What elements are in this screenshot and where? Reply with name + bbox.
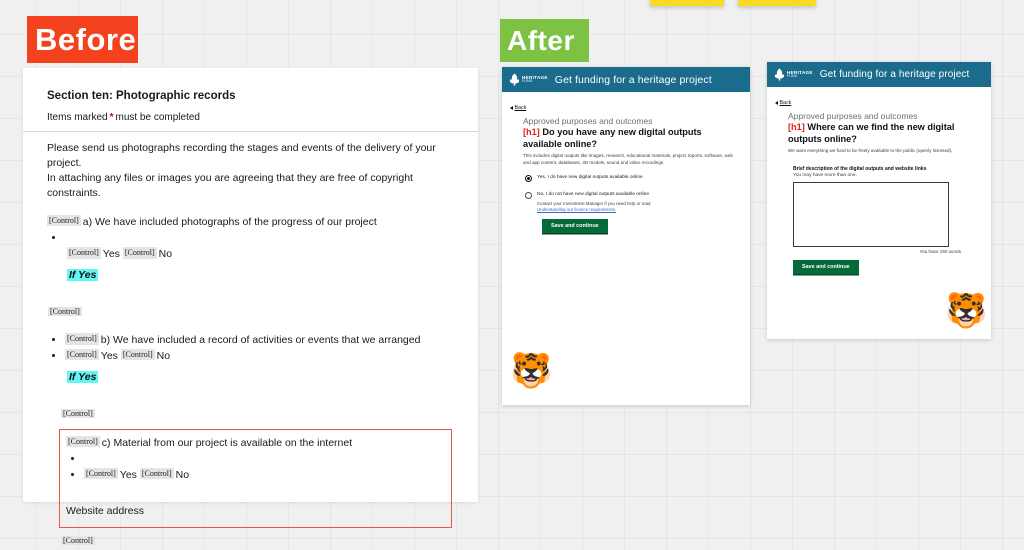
control-token: [Control] [65,348,99,361]
radio-option-no[interactable]: No, I do not have new digital outputs av… [525,191,736,199]
control-token: [Control] [65,333,99,345]
screen-1-title: Get funding for a heritage project [554,73,712,86]
control-token: [Control] [66,435,100,447]
sticky-note-right [738,0,816,6]
heritage-bird-icon [774,68,785,81]
back-link[interactable]: Back [510,105,526,111]
required-note-prefix: Items marked [47,112,108,123]
intro-line-1: Please send us photographs recording the… [47,142,436,169]
h1-tag: [h1] [523,127,540,137]
no-label: No [175,468,190,481]
licence-requirements-link[interactable]: Understanding our licence requirements. [537,207,736,213]
question-a-bullets [47,231,454,246]
question-heading: [h1] Do you have any new digital outputs… [523,127,736,150]
question-b-bullets: [Control]b) We have included a record of… [47,333,454,363]
highlighted-question-c-box: [Control] c) Material from our project is… [59,428,452,528]
screen-2-header: HERITAGE FUND Get funding for a heritage… [767,62,991,87]
radio-option-no-wrapper: No, I do not have new digital outputs av… [525,191,736,214]
screen-2-title: Get funding for a heritage project [819,69,970,80]
save-and-continue-button-1[interactable]: Save and continue [542,218,608,233]
document-title: Section ten: Photographic records [47,90,236,102]
control-token: [Control] [84,467,118,480]
heritage-fund-logo: HERITAGE FUND [774,68,813,81]
screen-1-body: Back Approved purposes and outcomes [h1]… [502,92,750,233]
description-textarea[interactable] [793,181,949,247]
back-caret-icon [775,101,778,105]
back-label: Back [514,105,527,111]
intro-line-2: In attaching any files or images you are… [47,171,413,199]
tiger-mascot-1: 🐯 [510,352,553,390]
question-a-text: a) We have included photographs of the p… [82,215,377,228]
required-note: Items marked * must be completed [47,112,454,123]
empty-bullet [84,452,443,467]
before-badge: Before [27,16,138,63]
radio-no-subtext: Contact your Investment Manager if you n… [537,201,736,214]
control-token: [Control] [139,467,174,480]
control-token: [Control] [67,246,101,259]
intro-paragraph: Please send us photographs recording the… [47,141,454,201]
yes-label: Yes [100,349,118,362]
divider [23,131,478,132]
heritage-fund-logo: HERITAGE FUND [509,73,548,86]
question-c-bullets: [Control]Yes [Control]No [66,452,443,482]
description-field-hint: You may have more than one. [793,172,857,178]
radio-yes-label: Yes, I do have new digital outputs avail… [537,174,643,180]
question-hint: We want everything we fund to be freely … [788,148,953,153]
no-label: No [156,349,171,362]
description-field-label: Brief description of the digital outputs… [793,165,927,172]
section-label: Approved purposes and outcomes [523,116,653,126]
control-token: [Control] [48,307,82,317]
question-b-yesno: [Control]Yes [Control]No [65,348,454,364]
tiger-mascot-2: 🐯 [945,292,988,330]
brand-line-2: FUND [787,74,798,79]
question-c-text: c) Material from our project is availabl… [101,436,353,449]
sticky-note-left [650,0,724,6]
radio-option-yes[interactable]: Yes, I do have new digital outputs avail… [525,174,736,182]
control-token: [Control] [120,348,155,361]
back-link[interactable]: Back [775,100,791,106]
word-count-hint: You have 150 words [919,248,961,254]
question-c-yesno: [Control]Yes [Control]No [84,467,443,483]
if-yes-highlight: If Yes [67,269,99,282]
after-badge: After [500,19,589,62]
yes-label: Yes [102,247,120,260]
question-a-yesno: [Control] Yes [Control] No [47,246,454,263]
brand-line-2: FUND [522,79,533,84]
question-heading-text: Do you have any new digital outputs avai… [523,127,702,149]
question-b-row: [Control]b) We have included a record of… [65,333,454,348]
screen-2-body: Back Approved purposes and outcomes [h1]… [767,87,991,274]
standalone-control-b: [Control] [47,405,454,423]
question-c-row: [Control] c) Material from our project is… [66,435,443,451]
control-token: [Control] [122,246,157,259]
control-token: [Control] [61,408,95,418]
required-note-suffix: must be completed [115,112,200,123]
yes-label: Yes [119,468,137,481]
standalone-control-a: [Control] [47,303,454,321]
if-yes-highlight: If Yes [67,370,99,383]
question-heading: [h1] Where can we find the new digital o… [788,122,977,145]
question-hint: This includes digital outputs like image… [523,153,733,165]
section-label: Approved purposes and outcomes [788,111,918,121]
save-and-continue-button-2[interactable]: Save and continue [793,259,859,274]
website-address-label: Website address [66,504,145,517]
question-heading-text: Where can we find the new digital output… [788,122,955,144]
before-document: Section ten: Photographic records Items … [23,68,478,545]
question-b-text: b) We have included a record of activiti… [100,334,421,347]
radio-no-label: No, I do not have new digital outputs av… [537,191,650,197]
radio-group: Yes, I do have new digital outputs avail… [525,174,736,214]
radio-yes-icon[interactable] [525,174,532,182]
radio-no-icon[interactable] [525,191,532,199]
heritage-bird-icon [509,73,520,86]
back-caret-icon [510,106,513,110]
control-token: [Control] [47,214,81,226]
h1-tag: [h1] [788,122,805,132]
screen-1-header: HERITAGE FUND Get funding for a heritage… [502,67,750,92]
radio-no-subtext-line: Contact your Investment Manager if you n… [537,200,651,206]
back-label: Back [779,100,792,106]
control-token: [Control] [61,535,95,545]
no-label: No [158,247,173,260]
question-a-row: [Control] a) We have included photographs… [47,214,454,230]
empty-bullet [65,231,454,246]
